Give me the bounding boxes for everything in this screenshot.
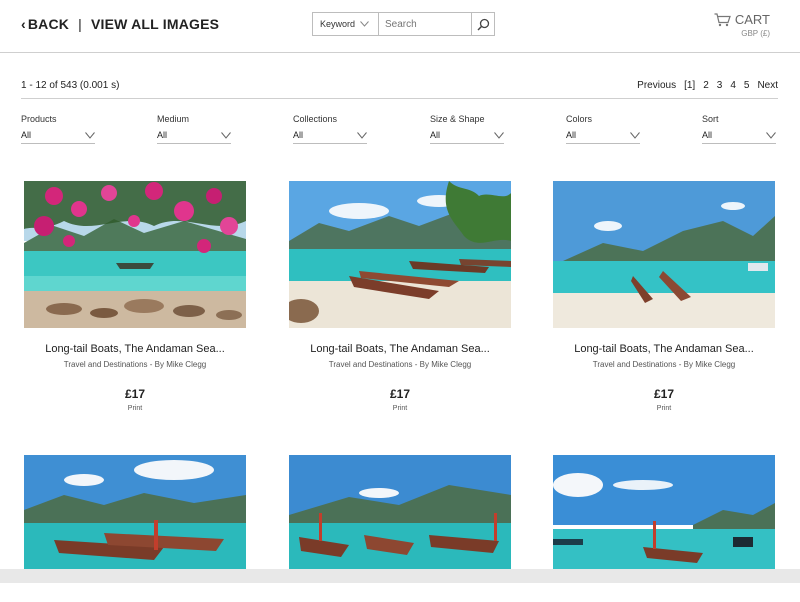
divider bbox=[21, 98, 778, 99]
product-price: £17 bbox=[124, 387, 146, 401]
filter-size-shape: Size & Shape All bbox=[430, 114, 504, 144]
product-image[interactable] bbox=[289, 181, 511, 328]
filter-label: Medium bbox=[157, 114, 190, 124]
pager-page[interactable]: 3 bbox=[717, 80, 723, 91]
pager-page[interactable]: 4 bbox=[730, 80, 736, 91]
filter-value: All bbox=[566, 130, 577, 140]
product-subtitle[interactable]: Travel and Destinations - By Mike Clegg bbox=[24, 360, 246, 369]
pager-page[interactable]: 2 bbox=[703, 80, 709, 91]
back-link[interactable]: BACK bbox=[28, 16, 69, 32]
product-image[interactable] bbox=[24, 181, 246, 328]
pager-next[interactable]: Next bbox=[757, 80, 778, 91]
product-card[interactable]: Long-tail Boats, The Andaman Sea... Trav… bbox=[553, 181, 775, 412]
filter-label: Sort bbox=[702, 114, 719, 124]
search-input[interactable] bbox=[379, 13, 471, 35]
filter-label: Colors bbox=[566, 114, 593, 124]
chevron-down-icon bbox=[360, 21, 369, 27]
pagination: Previous [1] 2 3 4 5 Next bbox=[637, 80, 778, 91]
filter-products: Products All bbox=[21, 114, 95, 144]
filter-value: All bbox=[702, 130, 713, 140]
back-navigation: ‹ BACK | VIEW ALL IMAGES bbox=[21, 16, 219, 32]
view-all-images-link[interactable]: VIEW ALL IMAGES bbox=[91, 16, 219, 32]
filter-label: Collections bbox=[293, 114, 338, 124]
filter-label: Products bbox=[21, 114, 57, 124]
search-bar: Keyword bbox=[312, 12, 495, 36]
filter-value: All bbox=[430, 130, 441, 140]
product-type: Print bbox=[127, 405, 143, 412]
filter-label: Size & Shape bbox=[430, 114, 485, 124]
pager-current-page: [1] bbox=[684, 80, 696, 91]
filter-select[interactable]: All bbox=[566, 127, 640, 144]
product-subtitle[interactable]: Travel and Destinations - By Mike Clegg bbox=[289, 360, 511, 369]
product-title[interactable]: Long-tail Boats, The Andaman Sea... bbox=[24, 343, 246, 355]
currency-label[interactable]: GBP (£) bbox=[714, 29, 770, 38]
filter-medium: Medium All bbox=[157, 114, 231, 144]
product-type: Print bbox=[392, 405, 408, 412]
filter-select[interactable]: All bbox=[21, 127, 95, 144]
results-summary: 1 - 12 of 543 (0.001 s) bbox=[21, 80, 120, 91]
filter-sort: Sort All bbox=[702, 114, 776, 144]
filter-bar: Products All Medium All Collections All … bbox=[21, 114, 781, 146]
product-card[interactable]: Long-tail Boats, The Andaman Sea... Trav… bbox=[289, 181, 511, 412]
pager-page[interactable]: 5 bbox=[744, 80, 750, 91]
filter-value: All bbox=[157, 130, 168, 140]
chevron-down-icon bbox=[494, 131, 504, 139]
product-subtitle[interactable]: Travel and Destinations - By Mike Clegg bbox=[553, 360, 775, 369]
product-price: £17 bbox=[653, 387, 675, 401]
cart[interactable]: CART GBP (£) bbox=[714, 12, 770, 38]
product-card[interactable]: Long-tail Boats, The Andaman Sea... Trav… bbox=[24, 181, 246, 412]
cart-icon bbox=[714, 12, 731, 26]
search-mode-label: Keyword bbox=[320, 19, 356, 29]
cart-label: CART bbox=[734, 12, 770, 27]
search-button[interactable] bbox=[471, 13, 494, 35]
product-title[interactable]: Long-tail Boats, The Andaman Sea... bbox=[553, 343, 775, 355]
filter-select[interactable]: All bbox=[430, 127, 504, 144]
product-type: Print bbox=[656, 405, 672, 412]
product-title[interactable]: Long-tail Boats, The Andaman Sea... bbox=[289, 343, 511, 355]
chevron-left-icon: ‹ bbox=[21, 16, 26, 32]
filter-collections: Collections All bbox=[293, 114, 367, 144]
filter-value: All bbox=[293, 130, 304, 140]
chevron-down-icon bbox=[85, 131, 95, 139]
chevron-down-icon bbox=[357, 131, 367, 139]
search-icon bbox=[476, 18, 489, 31]
product-image[interactable] bbox=[553, 181, 775, 328]
chevron-down-icon bbox=[630, 131, 640, 139]
filter-select[interactable]: All bbox=[702, 127, 776, 144]
pager-previous[interactable]: Previous bbox=[637, 80, 676, 91]
filter-colors: Colors All bbox=[566, 114, 640, 144]
filter-select[interactable]: All bbox=[157, 127, 231, 144]
site-header: ‹ BACK | VIEW ALL IMAGES Keyword CART GB… bbox=[0, 0, 800, 53]
nav-separator: | bbox=[78, 16, 82, 32]
filter-select[interactable]: All bbox=[293, 127, 367, 144]
search-mode-select[interactable]: Keyword bbox=[313, 13, 379, 35]
browser-horizontal-scrollbar[interactable] bbox=[0, 569, 800, 583]
chevron-down-icon bbox=[766, 131, 776, 139]
product-price: £17 bbox=[389, 387, 411, 401]
chevron-down-icon bbox=[221, 131, 231, 139]
filter-value: All bbox=[21, 130, 32, 140]
